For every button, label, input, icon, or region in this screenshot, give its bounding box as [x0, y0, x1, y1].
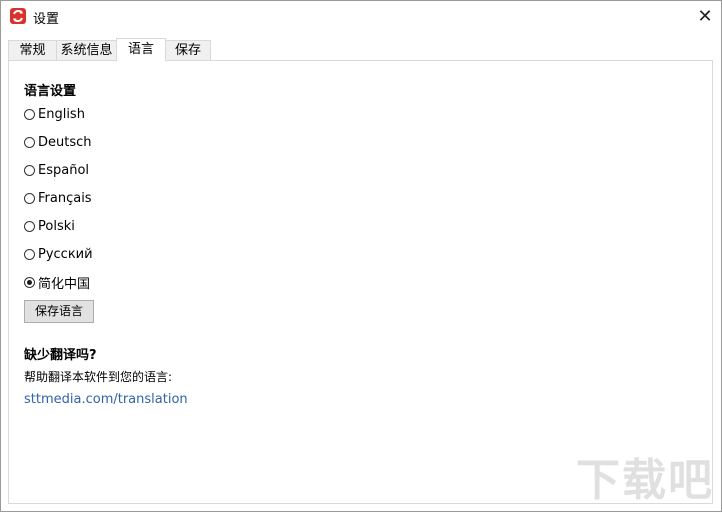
title-bar: 设置 ✕ — [1, 1, 721, 31]
settings-window: 设置 ✕ 常规 系统信息 语言 保存 语言设置 English Deutsch … — [0, 0, 722, 512]
radio-label[interactable]: Polski — [38, 219, 75, 234]
radio-button[interactable] — [24, 220, 35, 232]
translation-link[interactable]: sttmedia.com/translation — [24, 392, 188, 407]
radio-label[interactable]: Español — [38, 163, 89, 178]
radio-simplified-chinese[interactable]: 简化中国 — [24, 273, 90, 292]
radio-button[interactable] — [24, 192, 35, 204]
tab-system-info[interactable]: 系统信息 — [56, 40, 117, 60]
tab-save[interactable]: 保存 — [165, 40, 211, 60]
radio-english[interactable]: English — [24, 105, 85, 123]
tab-strip: 常规 系统信息 语言 保存 — [8, 38, 713, 62]
close-button[interactable]: ✕ — [689, 1, 721, 31]
missing-translation-heading: 缺少翻译吗? — [24, 348, 97, 363]
language-tab-panel: 语言设置 English Deutsch Español Français Po… — [8, 60, 713, 504]
language-settings-heading: 语言设置 — [24, 84, 77, 99]
radio-button[interactable] — [24, 136, 35, 148]
radio-label[interactable]: 简化中国 — [38, 273, 90, 292]
save-language-button[interactable]: 保存语言 — [24, 300, 94, 323]
radio-label[interactable]: Français — [38, 191, 92, 206]
radio-label[interactable]: English — [38, 107, 85, 122]
radio-polski[interactable]: Polski — [24, 217, 75, 235]
radio-button[interactable] — [24, 248, 35, 260]
radio-button[interactable] — [24, 108, 35, 120]
app-icon — [10, 8, 26, 24]
tab-language[interactable]: 语言 — [116, 38, 166, 62]
radio-espanol[interactable]: Español — [24, 161, 89, 179]
watermark-logo: 下载吧 — [576, 455, 714, 506]
radio-label[interactable]: Русский — [38, 247, 93, 262]
radio-francais[interactable]: Français — [24, 189, 92, 207]
radio-russian[interactable]: Русский — [24, 245, 93, 263]
radio-label[interactable]: Deutsch — [38, 135, 92, 150]
close-icon: ✕ — [697, 5, 713, 27]
radio-button-selected[interactable] — [24, 276, 35, 288]
radio-button[interactable] — [24, 164, 35, 176]
help-translate-text: 帮助翻译本软件到您的语言: — [24, 370, 173, 384]
tab-general[interactable]: 常规 — [8, 40, 57, 60]
window-title: 设置 — [33, 12, 60, 27]
radio-deutsch[interactable]: Deutsch — [24, 133, 92, 151]
